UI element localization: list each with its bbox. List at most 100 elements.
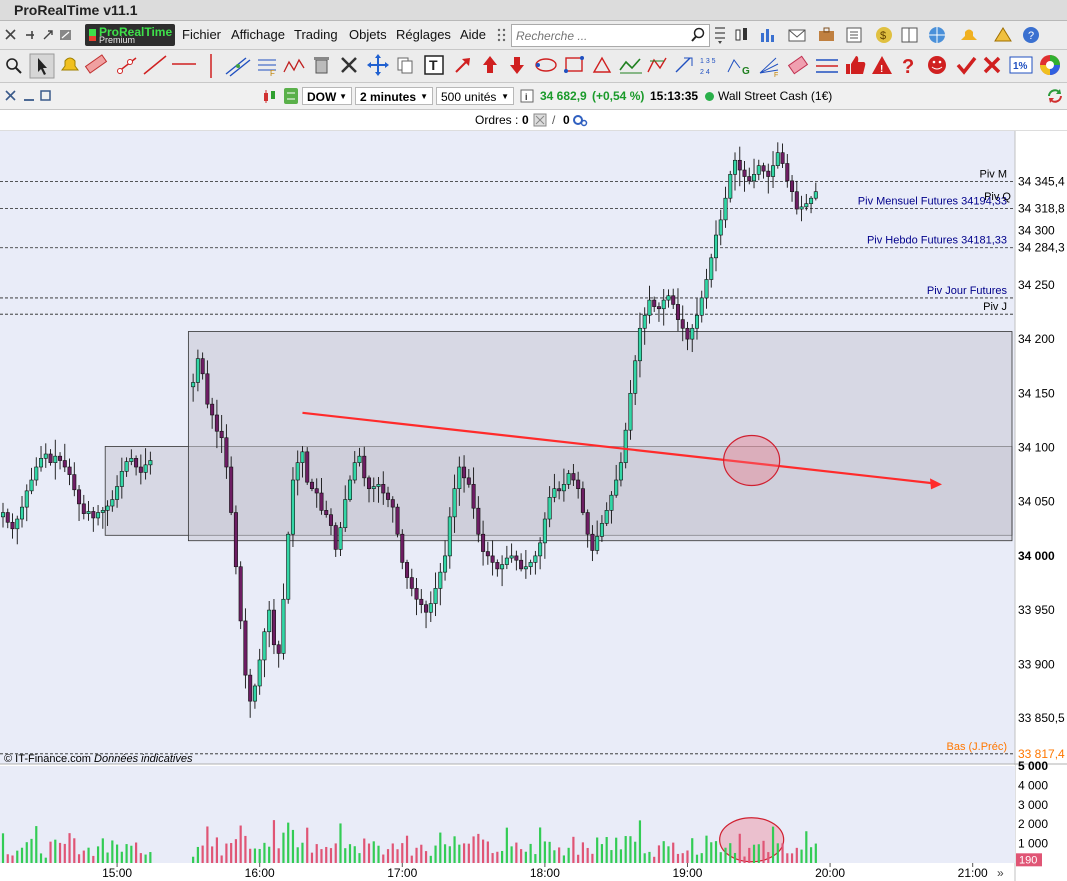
candle-body xyxy=(652,299,657,307)
g-label-icon[interactable]: G xyxy=(727,59,750,77)
menu-drag-handle-icon[interactable] xyxy=(496,27,508,43)
scroll-right-icon[interactable]: » xyxy=(997,866,1004,880)
envelope-icon[interactable] xyxy=(788,29,806,42)
elliott-icon[interactable]: 1 3 5 2 4 xyxy=(700,58,716,76)
triangle-icon[interactable] xyxy=(592,56,612,73)
volume-bar xyxy=(201,845,204,863)
volume-bar xyxy=(149,852,152,863)
units-dropdown[interactable]: 500 unités ▼ xyxy=(436,87,514,105)
candle-body xyxy=(761,165,766,172)
search-input[interactable] xyxy=(514,27,688,44)
cursor-icon[interactable] xyxy=(29,53,55,79)
info-icon[interactable]: i xyxy=(520,89,534,103)
percent-icon[interactable]: 1% xyxy=(1009,56,1033,74)
volume-bar xyxy=(448,846,451,863)
layout-icon[interactable] xyxy=(901,27,918,43)
volume-bar xyxy=(539,827,542,863)
rectangle-icon[interactable] xyxy=(564,56,584,73)
orders-settings-icon[interactable] xyxy=(572,113,588,127)
text-tool-icon[interactable]: T xyxy=(424,55,444,75)
barchart-icon[interactable] xyxy=(761,29,774,42)
gann-icon[interactable] xyxy=(675,57,693,73)
bell-icon[interactable] xyxy=(961,29,977,41)
eraser-icon[interactable] xyxy=(787,55,809,75)
screener-icon[interactable] xyxy=(713,25,727,45)
refresh-icon[interactable] xyxy=(1045,87,1065,105)
list-icon[interactable] xyxy=(846,27,862,43)
line-icon[interactable] xyxy=(143,55,167,75)
volume-bar xyxy=(748,847,751,863)
orders-list-icon[interactable] xyxy=(533,113,547,127)
briefcase-icon[interactable] xyxy=(819,27,834,41)
zigzag-icon[interactable] xyxy=(283,58,305,73)
segment-icon[interactable] xyxy=(117,57,137,74)
move-icon[interactable] xyxy=(367,54,389,76)
chart-type-icons xyxy=(264,88,298,104)
smiley-icon[interactable] xyxy=(928,56,946,74)
pattern-icon[interactable] xyxy=(647,57,667,73)
chevron-down-icon: ▼ xyxy=(339,92,347,101)
volume-bar xyxy=(382,854,385,863)
checkmark-icon[interactable] xyxy=(956,56,977,75)
channel-icon[interactable] xyxy=(225,57,251,77)
arrow-up-right-icon[interactable] xyxy=(455,58,470,73)
fibonacci-fan-icon[interactable]: F xyxy=(759,57,778,79)
indicator-icon[interactable] xyxy=(619,58,642,74)
trash-icon[interactable] xyxy=(314,57,329,74)
menu-aide[interactable]: Aide xyxy=(460,27,486,42)
globe-icon[interactable] xyxy=(929,27,945,43)
arrow-up-icon[interactable] xyxy=(483,56,497,73)
candle-body xyxy=(428,603,433,613)
alert-icon[interactable] xyxy=(994,27,1012,42)
x-tick-5: 20:00 xyxy=(815,866,845,880)
volume-bar xyxy=(691,838,694,863)
candle-body xyxy=(48,453,53,463)
instrument-dropdown[interactable]: DOW ▼ xyxy=(302,87,352,105)
volume-bar xyxy=(762,840,765,863)
warning-icon[interactable]: ! xyxy=(872,56,892,75)
parallel-lines-icon[interactable] xyxy=(816,59,838,73)
chart-candles-icon[interactable] xyxy=(264,90,275,103)
close-icon[interactable] xyxy=(5,29,16,40)
chart-settings-icon[interactable] xyxy=(284,88,298,104)
volume-bar xyxy=(686,850,689,863)
dollar-icon[interactable]: $ xyxy=(876,27,892,43)
question-icon[interactable]: ? xyxy=(902,56,914,78)
menu-fichier[interactable]: Fichier xyxy=(182,27,221,42)
cross-icon[interactable] xyxy=(983,56,1001,74)
menu-reglages[interactable]: Réglages xyxy=(396,27,451,42)
screenshot-icon[interactable] xyxy=(60,30,71,40)
candle-body xyxy=(718,219,723,236)
menu-objets[interactable]: Objets xyxy=(349,27,387,42)
pin-icon[interactable] xyxy=(26,31,34,39)
volume-bar xyxy=(572,836,575,863)
timeframe-dropdown[interactable]: 2 minutes ▼ xyxy=(355,87,433,105)
copy-icon[interactable] xyxy=(397,57,413,74)
candle-body xyxy=(571,473,576,481)
volume-bar xyxy=(524,851,527,863)
ruler-icon[interactable] xyxy=(84,54,108,74)
zoom-icon[interactable] xyxy=(6,58,22,74)
orders-separator: / xyxy=(552,113,556,127)
chart-window-controls xyxy=(5,90,51,101)
thumbs-up-icon[interactable] xyxy=(846,56,866,74)
candle-body xyxy=(248,674,253,702)
price-chart[interactable]: © IT-Finance.com Données indicatives Piv… xyxy=(0,131,1067,881)
color-palette-icon[interactable] xyxy=(1040,55,1060,75)
search-icon[interactable] xyxy=(690,27,706,43)
help-icon[interactable]: ? xyxy=(1023,27,1039,43)
maximize-icon[interactable] xyxy=(40,90,51,101)
arrow-down-icon[interactable] xyxy=(510,57,524,74)
candle-body xyxy=(709,257,714,280)
candle-body xyxy=(756,165,761,175)
alarm-icon[interactable] xyxy=(61,57,79,71)
ellipse-icon[interactable] xyxy=(535,58,557,72)
expand-icon[interactable] xyxy=(43,30,53,40)
candlestick-chart-icon[interactable] xyxy=(735,28,747,41)
menu-trading[interactable]: Trading xyxy=(294,27,338,42)
menu-affichage[interactable]: Affichage xyxy=(231,27,285,42)
fibonacci-icon[interactable]: F xyxy=(258,59,276,78)
tools-icon[interactable] xyxy=(341,57,357,73)
close-chart-icon[interactable] xyxy=(5,90,16,101)
candle-body xyxy=(585,512,590,535)
